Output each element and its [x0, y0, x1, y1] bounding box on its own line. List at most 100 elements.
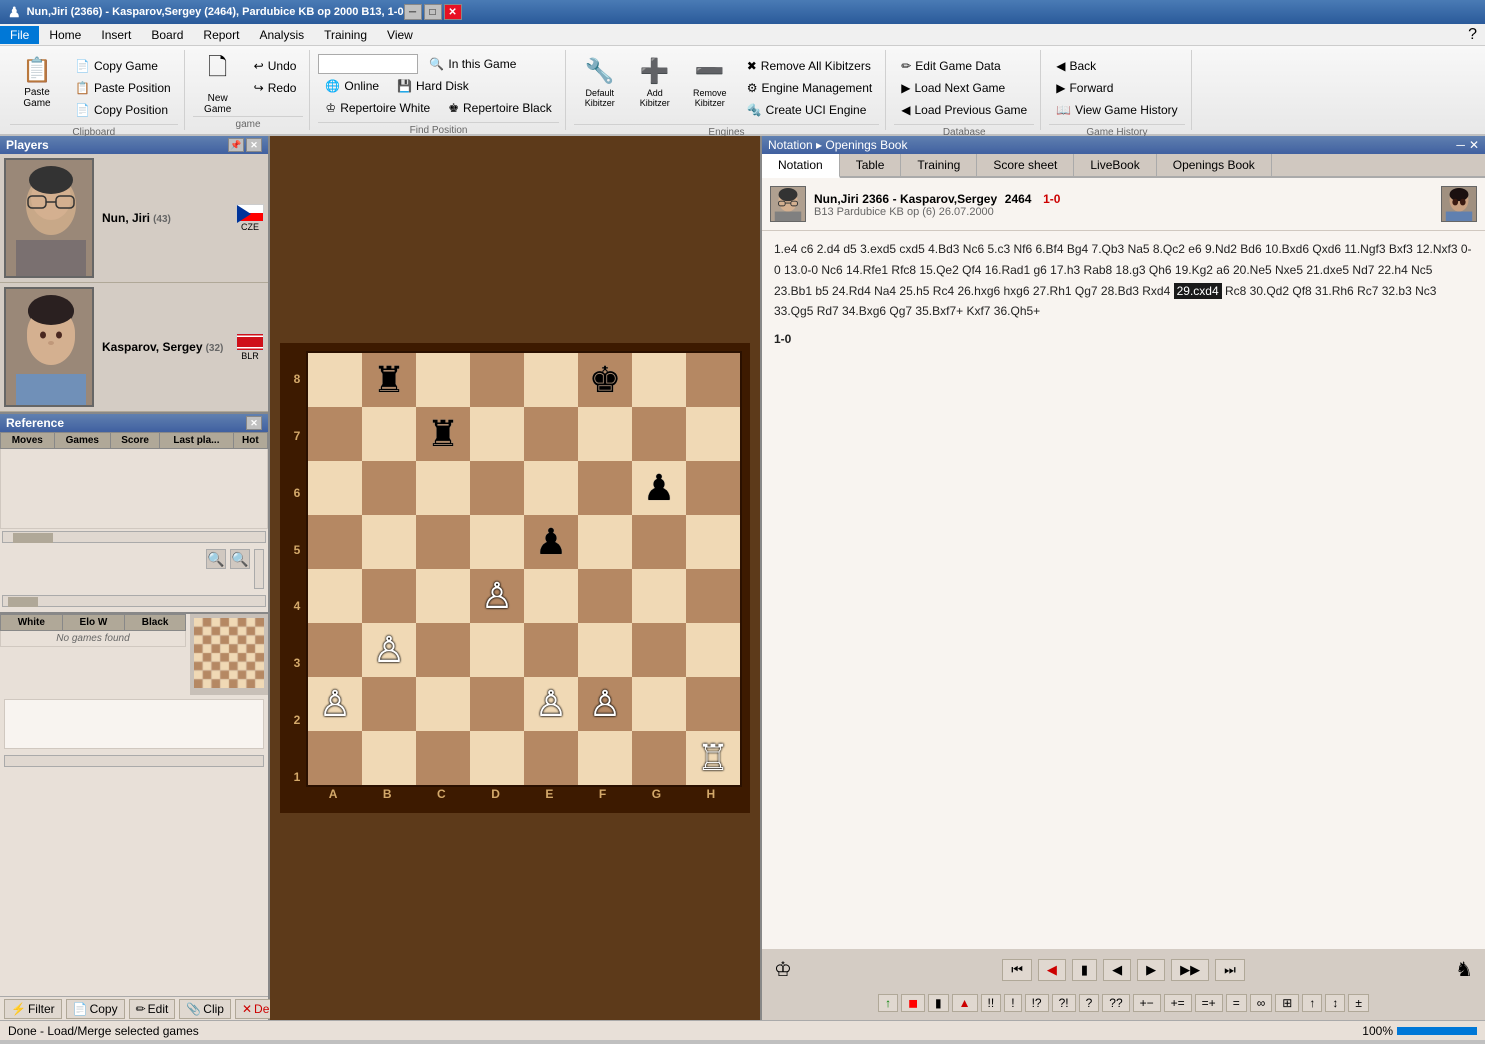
tab-livebook[interactable]: LiveBook: [1074, 154, 1156, 176]
square-h4[interactable]: [686, 569, 740, 623]
menu-file[interactable]: File: [0, 26, 39, 44]
game-text-area[interactable]: [4, 699, 264, 749]
square-h5[interactable]: [686, 515, 740, 569]
maximize-button[interactable]: □: [424, 4, 442, 20]
ann-btn-inf[interactable]: ∞: [1250, 994, 1273, 1012]
minimize-button[interactable]: ─: [404, 4, 422, 20]
square-f5[interactable]: [578, 515, 632, 569]
square-b4[interactable]: [362, 569, 416, 623]
undo-button[interactable]: ↩ Undo: [247, 56, 304, 76]
ann-btn-excl2[interactable]: !!: [981, 994, 1002, 1012]
chess-board[interactable]: ♜♚♜♟♟♙♙♙♙♙♖: [306, 351, 742, 787]
square-h7[interactable]: [686, 407, 740, 461]
menu-analysis[interactable]: Analysis: [249, 26, 314, 44]
paste-position-button[interactable]: 📋 Paste Position: [68, 78, 178, 98]
add-kibitzer-button[interactable]: ➕ Add Kibitzer: [630, 52, 680, 112]
filter-button[interactable]: ⚡ Filter: [4, 999, 62, 1019]
square-e8[interactable]: [524, 353, 578, 407]
square-g2[interactable]: [632, 677, 686, 731]
nav-fwd-button[interactable]: ▶▶: [1171, 959, 1209, 981]
square-b6[interactable]: [362, 461, 416, 515]
square-b7[interactable]: [362, 407, 416, 461]
square-c5[interactable]: [416, 515, 470, 569]
clip-button[interactable]: 📎 Clip: [179, 999, 231, 1019]
copy-toolbar-button[interactable]: 📄 Copy: [66, 999, 125, 1019]
square-c1[interactable]: [416, 731, 470, 785]
remove-kibitzer-button[interactable]: ➖ Remove Kibitzer: [684, 52, 736, 112]
ann-btn-eq[interactable]: =: [1226, 994, 1247, 1012]
square-a1[interactable]: [308, 731, 362, 785]
square-e7[interactable]: [524, 407, 578, 461]
online-button[interactable]: 🌐 Online: [318, 76, 386, 96]
load-next-game-button[interactable]: ▶ Load Next Game: [894, 78, 1034, 98]
square-e4[interactable]: [524, 569, 578, 623]
square-c6[interactable]: [416, 461, 470, 515]
ann-btn-mark[interactable]: ▲: [952, 994, 978, 1012]
notation-minimize[interactable]: ─: [1456, 138, 1465, 152]
notation-close[interactable]: ✕: [1469, 138, 1479, 152]
square-d6[interactable]: [470, 461, 524, 515]
square-b2[interactable]: [362, 677, 416, 731]
square-h3[interactable]: [686, 623, 740, 677]
square-h2[interactable]: [686, 677, 740, 731]
ann-btn-stop-red[interactable]: ◼: [901, 994, 925, 1012]
copy-position-button[interactable]: 📄 Copy Position: [68, 100, 178, 120]
square-f2[interactable]: ♙: [578, 677, 632, 731]
square-a6[interactable]: [308, 461, 362, 515]
square-a2[interactable]: ♙: [308, 677, 362, 731]
square-e6[interactable]: [524, 461, 578, 515]
ann-btn-pluseq[interactable]: +=: [1164, 994, 1192, 1012]
nav-first-button[interactable]: ⏮: [1002, 959, 1032, 981]
close-button[interactable]: ✕: [444, 4, 462, 20]
ann-btn-updown[interactable]: ↕: [1325, 994, 1345, 1012]
ann-btn-q-excl[interactable]: ?!: [1052, 994, 1076, 1012]
paste-game-button[interactable]: 📋 Paste Game: [10, 52, 64, 112]
nav-stop-button[interactable]: ▮: [1072, 959, 1097, 981]
square-d5[interactable]: [470, 515, 524, 569]
menu-training[interactable]: Training: [314, 26, 377, 44]
highlighted-move[interactable]: 29.cxd4: [1174, 283, 1222, 299]
square-f6[interactable]: [578, 461, 632, 515]
ann-btn-qq[interactable]: ??: [1102, 994, 1129, 1012]
reference-close-button[interactable]: ✕: [246, 416, 262, 430]
square-d2[interactable]: [470, 677, 524, 731]
in-this-game-button[interactable]: 🔍 In this Game: [422, 54, 523, 74]
zoom-out-button[interactable]: 🔍: [230, 549, 250, 569]
hard-disk-button[interactable]: 💾 Hard Disk: [390, 76, 476, 96]
tab-table[interactable]: Table: [840, 154, 902, 176]
square-g3[interactable]: [632, 623, 686, 677]
edit-game-data-button[interactable]: ✏ Edit Game Data: [894, 56, 1034, 76]
menu-home[interactable]: Home: [39, 26, 91, 44]
ann-btn-pm[interactable]: ±: [1348, 994, 1369, 1012]
default-kibitzer-button[interactable]: 🔧 Default Kibitzer: [574, 52, 626, 112]
repertoire-white-button[interactable]: ♔ Repertoire White: [318, 98, 437, 118]
square-a7[interactable]: [308, 407, 362, 461]
ann-btn-plusminus[interactable]: +−: [1133, 994, 1161, 1012]
square-b1[interactable]: [362, 731, 416, 785]
square-c7[interactable]: ♜: [416, 407, 470, 461]
tab-notation[interactable]: Notation: [762, 154, 840, 178]
square-a8[interactable]: [308, 353, 362, 407]
copy-game-button[interactable]: 📄 Copy Game: [68, 56, 178, 76]
ann-btn-up[interactable]: ↑: [878, 994, 898, 1012]
repertoire-black-button[interactable]: ♚ Repertoire Black: [441, 98, 558, 118]
load-previous-game-button[interactable]: ◀ Load Previous Game: [894, 100, 1034, 120]
redo-button[interactable]: ↪ Redo: [247, 78, 304, 98]
square-a4[interactable]: [308, 569, 362, 623]
engine-management-button[interactable]: ⚙ Engine Management: [740, 78, 880, 98]
tab-scoresheet[interactable]: Score sheet: [977, 154, 1074, 176]
players-close-button[interactable]: ✕: [246, 138, 262, 152]
square-e5[interactable]: ♟: [524, 515, 578, 569]
square-d7[interactable]: [470, 407, 524, 461]
square-d4[interactable]: ♙: [470, 569, 524, 623]
square-d1[interactable]: [470, 731, 524, 785]
ann-btn-up2[interactable]: ↑: [1302, 994, 1322, 1012]
notation-text-area[interactable]: 1.e4 c6 2.d4 d5 3.exd5 cxd5 4.Bd3 Nc6 5.…: [762, 231, 1485, 949]
square-a5[interactable]: [308, 515, 362, 569]
ann-btn-q[interactable]: ?: [1079, 994, 1100, 1012]
ann-btn-1[interactable]: ▮: [928, 994, 949, 1012]
menu-insert[interactable]: Insert: [91, 26, 141, 44]
view-game-history-button[interactable]: 📖 View Game History: [1049, 100, 1184, 120]
back-button[interactable]: ◀ Back: [1049, 56, 1184, 76]
square-g4[interactable]: [632, 569, 686, 623]
